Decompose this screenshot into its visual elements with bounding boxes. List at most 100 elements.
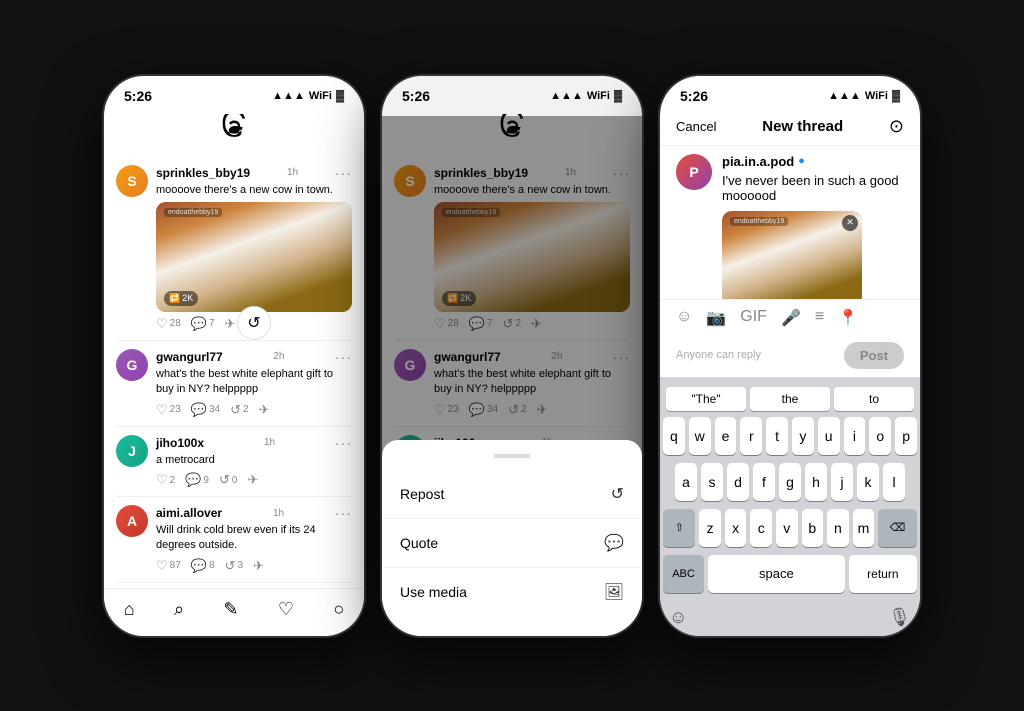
key-u[interactable]: u — [818, 417, 840, 455]
key-a[interactable]: a — [675, 463, 697, 501]
key-y[interactable]: y — [792, 417, 814, 455]
reposts-1-2[interactable]: ↺2 — [230, 402, 248, 418]
key-p[interactable]: p — [895, 417, 917, 455]
time-1: 5:26 — [124, 88, 152, 104]
modal-repost[interactable]: Repost ↺ — [382, 470, 642, 519]
key-l[interactable]: l — [883, 463, 905, 501]
media-label: Use media — [400, 584, 467, 600]
nav-compose-1[interactable]: ✎ — [223, 599, 238, 620]
remove-image-button[interactable]: ✕ — [842, 215, 858, 231]
modal-overlay-2: Repost ↺ Quote 💬 Use media 🖼 — [382, 416, 642, 636]
options-button[interactable]: ⊙ — [889, 116, 904, 137]
emoji-keyboard-icon[interactable]: ☺ — [669, 607, 687, 628]
modal-media[interactable]: Use media 🖼 — [382, 568, 642, 616]
gif-icon[interactable]: GIF — [740, 308, 767, 328]
meta-1-4: 1h — [273, 508, 284, 519]
key-space[interactable]: space — [708, 555, 845, 593]
share-1-3[interactable]: ✈ — [247, 472, 258, 488]
key-k[interactable]: k — [857, 463, 879, 501]
share-1-1[interactable]: ✈ — [225, 316, 236, 332]
key-w[interactable]: w — [689, 417, 711, 455]
wifi-icon-2: WiFi — [587, 90, 610, 102]
cancel-button[interactable]: Cancel — [676, 119, 716, 134]
mic-keyboard-icon[interactable]: 🎙 — [888, 607, 911, 628]
compose-username: pia.in.a.pod ● — [722, 154, 904, 169]
key-d[interactable]: d — [727, 463, 749, 501]
reposts-1-4[interactable]: ↺3 — [225, 558, 243, 574]
emoji-icon[interactable]: ☺ — [676, 308, 692, 328]
reposts-1-3[interactable]: ↺0 — [219, 472, 237, 488]
key-s[interactable]: s — [701, 463, 723, 501]
post-1-2: G gwangurl77 2h ··· what's the best whit… — [116, 341, 352, 427]
key-h[interactable]: h — [805, 463, 827, 501]
dots-1-2[interactable]: ··· — [335, 349, 352, 365]
username-1-4: aimi.allover — [156, 506, 222, 520]
key-b[interactable]: b — [802, 509, 824, 547]
key-return[interactable]: return — [849, 555, 917, 593]
post-button[interactable]: Post — [844, 342, 904, 369]
key-q[interactable]: q — [663, 417, 685, 455]
key-j[interactable]: j — [831, 463, 853, 501]
compose-header: Cancel New thread ⊙ — [660, 108, 920, 146]
share-1-2[interactable]: ✈ — [259, 402, 270, 418]
signal-icon-2: ▲▲▲ — [550, 90, 583, 102]
location-icon[interactable]: 📍 — [838, 308, 858, 328]
nav-search-1[interactable]: ⌕ — [174, 599, 184, 620]
status-icons-3: ▲▲▲ WiFi ▓ — [828, 90, 900, 102]
comments-1-2[interactable]: 💬34 — [191, 402, 220, 418]
compose-footer: Anyone can reply Post — [660, 336, 920, 377]
suggestion-0[interactable]: "The" — [666, 387, 746, 411]
nav-profile-1[interactable]: ○ — [333, 599, 344, 620]
list-icon[interactable]: ≡ — [815, 308, 824, 328]
comments-1-3[interactable]: 💬9 — [185, 472, 209, 488]
image-1-1: endoatthebby19 🔁2K — [156, 202, 352, 312]
key-g[interactable]: g — [779, 463, 801, 501]
dots-1-3[interactable]: ··· — [335, 435, 352, 451]
post-content-1-3: jiho100x 1h ··· a metrocard ♡2 💬9 ↺0 ✈ — [156, 435, 352, 488]
mic-icon[interactable]: 🎤 — [781, 308, 801, 328]
keyboard-row-3: ⇧ z x c v b n m ⌫ — [663, 509, 917, 547]
key-e[interactable]: e — [715, 417, 737, 455]
username-1-3: jiho100x — [156, 436, 204, 450]
key-n[interactable]: n — [827, 509, 849, 547]
comments-1-1[interactable]: 💬 7 — [191, 316, 215, 332]
key-i[interactable]: i — [844, 417, 866, 455]
key-m[interactable]: m — [853, 509, 875, 547]
key-abc[interactable]: ABC — [663, 555, 704, 593]
status-bar-2: 5:26 ▲▲▲ WiFi ▓ — [382, 76, 642, 108]
modal-quote[interactable]: Quote 💬 — [382, 519, 642, 568]
key-t[interactable]: t — [766, 417, 788, 455]
likes-1-4[interactable]: ♡87 — [156, 558, 181, 574]
likes-1-2[interactable]: ♡23 — [156, 402, 181, 418]
likes-1-3[interactable]: ♡2 — [156, 472, 175, 488]
comments-1-4[interactable]: 💬8 — [191, 558, 215, 574]
likes-1-1[interactable]: ♡ 28 — [156, 316, 181, 332]
camera-icon[interactable]: 📷 — [706, 308, 726, 328]
dots-1-1[interactable]: ··· — [335, 165, 352, 181]
quote-label: Quote — [400, 535, 438, 551]
key-shift[interactable]: ⇧ — [663, 509, 695, 547]
key-v[interactable]: v — [776, 509, 798, 547]
key-r[interactable]: r — [740, 417, 762, 455]
suggestion-1[interactable]: the — [750, 387, 830, 411]
key-x[interactable]: x — [725, 509, 747, 547]
suggestion-2[interactable]: to — [834, 387, 914, 411]
phone-2: 5:26 ▲▲▲ WiFi ▓ S sprink — [382, 76, 642, 636]
dots-1-4[interactable]: ··· — [335, 505, 352, 521]
key-delete[interactable]: ⌫ — [878, 509, 917, 547]
key-c[interactable]: c — [750, 509, 772, 547]
post-content-1-4: aimi.allover 1h ··· Will drink cold brew… — [156, 505, 352, 574]
avatar-jiho-1: J — [116, 435, 148, 467]
keyboard: "The" the to q w e r t y u i o p a s d f — [660, 377, 920, 636]
key-z[interactable]: z — [699, 509, 721, 547]
compose-text-area[interactable]: I've never been in such a good moooood — [722, 173, 904, 203]
post-1-4: A aimi.allover 1h ··· Will drink cold br… — [116, 497, 352, 583]
key-f[interactable]: f — [753, 463, 775, 501]
compose-avatar: P — [676, 154, 712, 190]
key-o[interactable]: o — [869, 417, 891, 455]
nav-heart-1[interactable]: ♡ — [278, 599, 294, 620]
share-1-4[interactable]: ✈ — [253, 558, 264, 574]
actions-1-3: ♡2 💬9 ↺0 ✈ — [156, 472, 352, 488]
repost-circle-1[interactable]: ↺ — [237, 306, 271, 340]
nav-home-1[interactable]: ⌂ — [124, 599, 135, 620]
